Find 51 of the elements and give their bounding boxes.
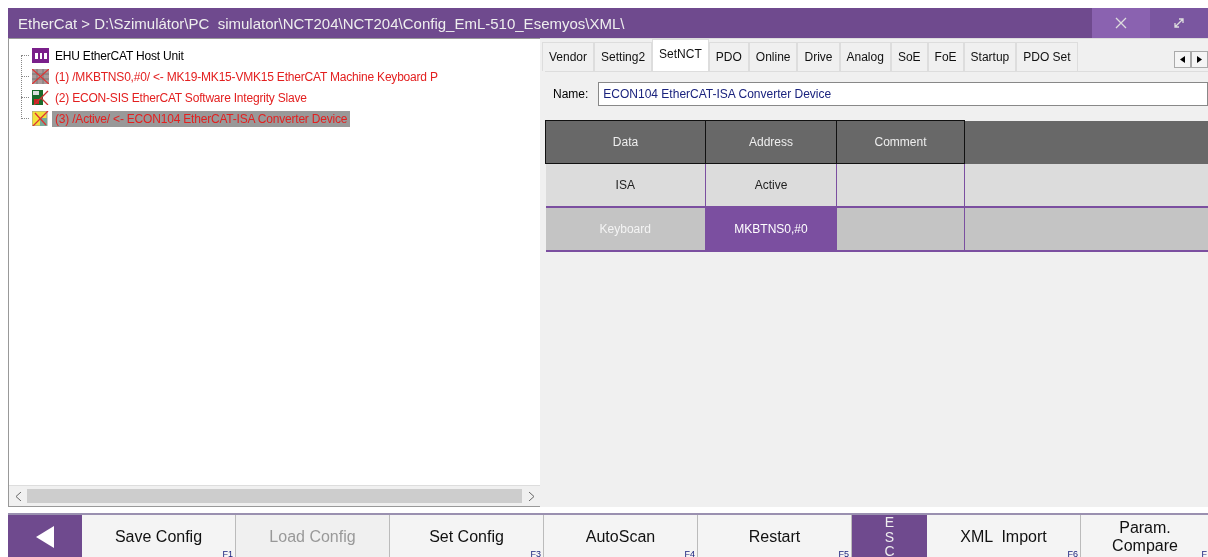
tree-item[interactable]: (1) /MKBTNS0,#0/ <- MK19-MK15-VMK15 EtherCAT Machine Keyboard P	[52, 68, 441, 85]
tab[interactable]: Online	[748, 42, 798, 71]
shortcut-key: F	[1201, 548, 1207, 557]
close-icon	[1115, 17, 1127, 29]
triangle-left-icon	[1180, 56, 1185, 63]
toolbar-button[interactable]: AutoScan F4	[544, 515, 698, 557]
column-header[interactable]: Comment	[836, 120, 965, 164]
shortcut-key: F4	[684, 548, 695, 557]
tab[interactable]: Setting2	[594, 42, 653, 71]
shortcut-key: F1	[222, 548, 233, 557]
table-cell: MKBTNS0,#0	[705, 207, 837, 251]
toolbar-button[interactable]: Save Config F1	[82, 515, 236, 557]
scroll-left-icon	[15, 491, 21, 501]
converter-error-icon	[32, 111, 49, 126]
tab[interactable]: SoE	[890, 42, 928, 71]
circuit-board-error-icon	[32, 90, 49, 105]
window-title: EtherCat > D:\Szimulátor\PC simulator\NCT204\NCT204\Config_EmL-510_Esemyos\XML\	[17, 14, 626, 32]
tree-item[interactable]: EHU EtherCAT Host Unit	[52, 47, 187, 64]
toolbar-button[interactable]: Param. Compare F	[1081, 515, 1208, 557]
shortcut-key: F3	[530, 548, 541, 557]
maximize-button[interactable]	[1150, 8, 1208, 38]
table-cell: Active	[705, 163, 837, 207]
field-label: Name:	[553, 87, 589, 101]
column-header[interactable]: Data	[545, 120, 706, 164]
toolbar-button[interactable]: Restart F5	[698, 515, 852, 557]
tab-scroll-left-button[interactable]	[1174, 51, 1191, 68]
esc-button[interactable]: ESC	[852, 515, 927, 557]
shortcut-key: F6	[1067, 548, 1078, 557]
tab[interactable]: Analog	[839, 42, 891, 71]
scroll-right-icon	[528, 491, 534, 501]
toolbar-button[interactable]: XML Import F6	[927, 515, 1081, 557]
nct-logo-icon	[32, 48, 49, 63]
tab[interactable]: PDO Set	[1016, 42, 1078, 71]
tab[interactable]: SetNCT	[652, 39, 709, 71]
tab-scroll-right-button[interactable]	[1191, 51, 1208, 68]
tab[interactable]: Drive	[797, 42, 840, 71]
tab[interactable]: FoE	[927, 42, 964, 71]
toolbar-button[interactable]: Set Config F3	[390, 515, 544, 557]
back-button[interactable]	[8, 515, 82, 557]
triangle-right-icon	[1197, 56, 1202, 63]
column-header[interactable]: Address	[705, 120, 837, 164]
shortcut-key: F5	[838, 548, 849, 557]
tab[interactable]: PDO	[708, 42, 749, 71]
triangle-left-icon	[36, 526, 54, 548]
tab[interactable]: Startup	[963, 42, 1017, 71]
tree-item[interactable]: (2) ECON-SIS EtherCAT Software Integrity Slave	[52, 89, 310, 106]
table-cell: ISA	[545, 163, 706, 207]
keyboard-error-icon	[32, 69, 49, 84]
name-field[interactable]: ECON104 EtherCAT-ISA Converter Device	[598, 82, 1208, 106]
tab[interactable]: Vendor	[542, 42, 595, 71]
expand-icon	[1173, 17, 1185, 29]
